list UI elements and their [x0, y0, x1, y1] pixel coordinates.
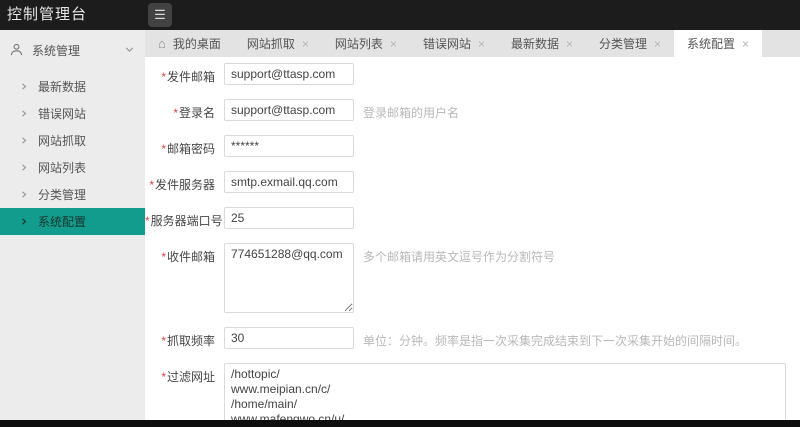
tab-system-config[interactable]: 系统配置 ×	[674, 30, 763, 57]
chevron-right-icon	[20, 190, 28, 199]
tab-category-manage[interactable]: 分类管理 ×	[586, 30, 674, 57]
smtp-server-input[interactable]	[224, 171, 354, 193]
required-asterisk: *	[149, 178, 154, 192]
field-label: *发件服务器	[149, 178, 215, 192]
crawl-frequency-input[interactable]	[224, 327, 354, 349]
form-row-sender-email: *发件邮箱	[145, 63, 800, 85]
home-icon: ⌂	[158, 36, 166, 51]
filter-urls-textarea[interactable]: /hottopic/ www.meipian.cn/c/ /home/main/…	[224, 363, 786, 427]
sidebar-item-latest-data[interactable]: 最新数据	[0, 73, 145, 100]
sidebar-item-error-sites[interactable]: 错误网站	[0, 100, 145, 127]
content-column: ⌂ 我的桌面 网站抓取 × 网站列表 × 错误网站 × 最新数据 × 分类管理 × 系统配置 × *发件邮…	[145, 30, 800, 427]
tab-label: 网站抓取	[246, 37, 295, 51]
chevron-down-icon	[124, 44, 135, 58]
sidebar-item-label: 最新数据	[38, 80, 87, 94]
field-label: *过滤网址	[161, 370, 215, 384]
sidebar-item-category-manage[interactable]: 分类管理	[0, 181, 145, 208]
required-asterisk: *	[161, 70, 166, 84]
tab-error-sites[interactable]: 错误网站 ×	[410, 30, 498, 57]
required-asterisk: *	[145, 214, 150, 228]
tab-label: 错误网站	[422, 37, 471, 51]
sidebar-item-label: 错误网站	[38, 107, 87, 121]
sidebar: 系统管理 最新数据错误网站网站抓取网站列表分类管理系统配置	[0, 30, 145, 427]
close-icon[interactable]: ×	[302, 38, 309, 50]
sidebar-item-site-crawl[interactable]: 网站抓取	[0, 127, 145, 154]
required-asterisk: *	[161, 250, 166, 264]
topbar: 控制管理台 ☰	[0, 0, 800, 30]
sidebar-group-label: 系统管理	[32, 44, 81, 58]
chevron-right-icon	[20, 109, 28, 118]
sidebar-item-label: 网站抓取	[38, 134, 87, 148]
chevron-right-icon	[20, 136, 28, 145]
user-icon	[10, 43, 23, 59]
tab-label: 最新数据	[510, 37, 559, 51]
required-asterisk: *	[161, 142, 166, 156]
sidebar-toggle-button[interactable]: ☰	[148, 3, 172, 27]
required-asterisk: *	[161, 370, 166, 384]
tab-latest-data[interactable]: 最新数据 ×	[498, 30, 586, 57]
required-asterisk: *	[161, 334, 166, 348]
config-form: *发件邮箱 *登录名 登录邮箱的用户名 *邮箱密码 *发件服务器 *服务器端口号 *收件邮箱…	[145, 57, 800, 427]
app-title: 控制管理台	[7, 6, 88, 23]
tab-site-crawl[interactable]: 网站抓取 ×	[234, 30, 322, 57]
close-icon[interactable]: ×	[566, 38, 573, 50]
close-icon[interactable]: ×	[654, 38, 661, 50]
chevron-right-icon	[20, 217, 28, 226]
form-row-crawl-frequency: *抓取频率 单位：分钟。频率是指一次采集完成结束到下一次采集开始的间隔时间。	[145, 327, 800, 349]
tab-label: 系统配置	[687, 37, 736, 51]
sidebar-item-label: 分类管理	[38, 188, 87, 202]
recipient-email-textarea[interactable]: 774651288@qq.com	[224, 243, 354, 313]
tab-label: 网站列表	[334, 37, 383, 51]
required-asterisk: *	[173, 106, 178, 120]
sidebar-item-label: 系统配置	[38, 215, 87, 229]
hamburger-icon: ☰	[154, 7, 166, 22]
close-icon[interactable]: ×	[390, 38, 397, 50]
chevron-right-icon	[20, 82, 28, 91]
field-hint: 多个邮箱请用英文逗号作为分割符号	[363, 250, 556, 264]
sidebar-item-site-list[interactable]: 网站列表	[0, 154, 145, 181]
sidebar-item-label: 网站列表	[38, 161, 87, 175]
form-row-server-port: *服务器端口号	[145, 207, 800, 229]
form-row-recipient-email: *收件邮箱 774651288@qq.com 多个邮箱请用英文逗号作为分割符号	[145, 243, 800, 313]
field-label: *抓取频率	[161, 334, 215, 348]
tabbar: ⌂ 我的桌面 网站抓取 × 网站列表 × 错误网站 × 最新数据 × 分类管理 × 系统配置 ×	[145, 30, 800, 57]
field-label: *登录名	[173, 106, 215, 120]
chevron-right-icon	[20, 163, 28, 172]
bottom-strip	[0, 420, 800, 427]
form-row-login-name: *登录名 登录邮箱的用户名	[145, 99, 800, 121]
form-row-smtp-server: *发件服务器	[145, 171, 800, 193]
tab-my-desktop[interactable]: ⌂ 我的桌面	[145, 30, 234, 57]
field-label: *邮箱密码	[161, 142, 215, 156]
sidebar-item-system-config[interactable]: 系统配置	[0, 208, 145, 235]
sidebar-group-system-manage[interactable]: 系统管理	[0, 30, 145, 67]
form-row-filter-urls: *过滤网址/hottopic/ www.meipian.cn/c/ /home/…	[145, 363, 800, 427]
close-icon[interactable]: ×	[742, 38, 749, 50]
field-label: *收件邮箱	[161, 250, 215, 264]
email-password-input[interactable]	[224, 135, 354, 157]
field-hint: 单位：分钟。频率是指一次采集完成结束到下一次采集开始的间隔时间。	[363, 334, 748, 348]
tab-label: 分类管理	[599, 37, 648, 51]
server-port-input[interactable]	[224, 207, 354, 229]
field-label: *服务器端口号	[145, 214, 223, 228]
sidebar-menu: 最新数据错误网站网站抓取网站列表分类管理系统配置	[0, 73, 145, 235]
login-name-input[interactable]	[224, 99, 354, 121]
main-layout: 系统管理 最新数据 错误网站 网站抓取 网站列表 分类管理 系统配置 ⌂ 我的桌面 网站抓取 ×…	[0, 30, 800, 427]
tab-label: 我的桌面	[172, 37, 221, 51]
tab-site-list[interactable]: 网站列表 ×	[322, 30, 410, 57]
sender-email-input[interactable]	[224, 63, 354, 85]
close-icon[interactable]: ×	[478, 38, 485, 50]
form-row-email-password: *邮箱密码	[145, 135, 800, 157]
field-hint: 登录邮箱的用户名	[363, 106, 460, 120]
field-label: *发件邮箱	[161, 70, 215, 84]
